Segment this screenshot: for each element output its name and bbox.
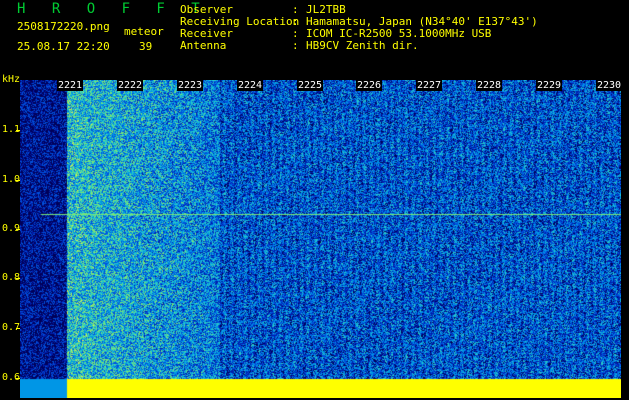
- x-tick-label: 2226: [356, 80, 383, 91]
- mode-label: meteor: [124, 25, 164, 38]
- spectrogram-canvas: [20, 80, 621, 398]
- x-tick-label: 2221: [57, 80, 84, 91]
- x-tick-label: 2229: [536, 80, 563, 91]
- info-key: Antenna: [180, 39, 227, 52]
- station-info: Observer: JL2TBB Receiving Location: Ham…: [180, 4, 538, 52]
- info-row-antenna: Antenna: HB9CV Zenith dir.: [180, 39, 419, 52]
- spectrogram: [20, 80, 621, 398]
- y-tick-mark: [16, 378, 20, 379]
- x-tick-label: 2228: [476, 80, 503, 91]
- timestamp: 25.08.17 22:20: [17, 40, 110, 53]
- x-tick-label: 2227: [416, 80, 443, 91]
- y-tick-mark: [16, 328, 20, 329]
- x-tick-label: 2230: [596, 80, 623, 91]
- y-tick-mark: [16, 180, 20, 181]
- x-tick-label: 2222: [117, 80, 144, 91]
- y-tick-mark: [16, 229, 20, 230]
- y-tick-mark: [16, 278, 20, 279]
- x-tick-label: 2223: [177, 80, 204, 91]
- y-unit-label: kHz: [2, 74, 21, 85]
- x-tick-label: 2224: [237, 80, 264, 91]
- y-tick-mark: [16, 130, 20, 131]
- meteor-count: 39: [139, 40, 153, 53]
- file-name: 2508172220.png: [17, 20, 110, 33]
- header-panel: H R O F F T 2508172220.png meteor 25.08.…: [0, 0, 629, 78]
- x-tick-label: 2225: [297, 80, 324, 91]
- info-value: HB9CV Zenith dir.: [306, 39, 419, 52]
